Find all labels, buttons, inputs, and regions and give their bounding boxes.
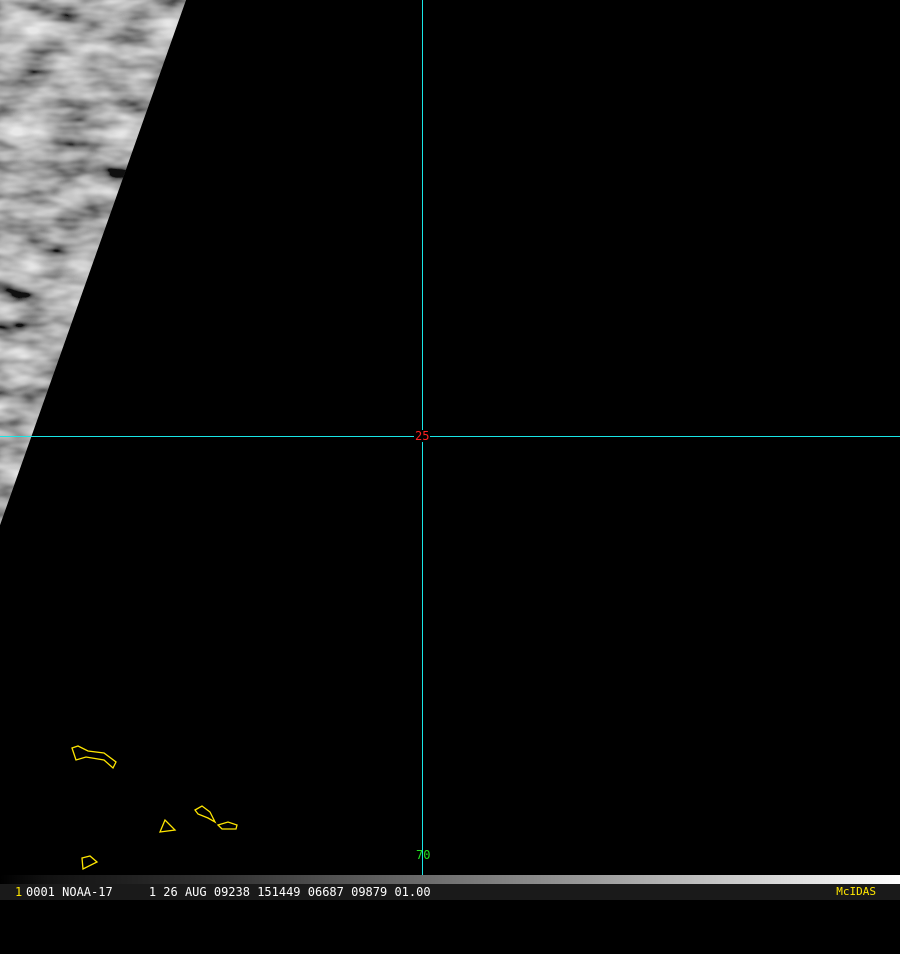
coastline-outlines (71, 745, 238, 871)
latitude-label: 25 (414, 429, 431, 443)
longitude-label: 70 (416, 848, 431, 862)
island-outline (71, 745, 117, 770)
island-outline (81, 855, 99, 871)
frame-number: 1 (15, 885, 23, 899)
island-outline (194, 805, 217, 824)
satellite-imagery (0, 0, 238, 871)
grayscale-color-bar (0, 875, 900, 884)
latitude-grid-line (0, 436, 900, 437)
satellite-image-viewer: 25 70 1 0001 NOAA-17 1 26 AUG 09238 1514… (0, 0, 900, 900)
image-metadata-text: 0001 NOAA-17 1 26 AUG 09238 151449 06687… (26, 885, 431, 899)
island-outline (216, 821, 238, 830)
mcidas-brand: McIDAS (836, 885, 876, 898)
image-info-bar: 1 0001 NOAA-17 1 26 AUG 09238 151449 066… (0, 884, 900, 900)
island-outline (158, 818, 177, 833)
